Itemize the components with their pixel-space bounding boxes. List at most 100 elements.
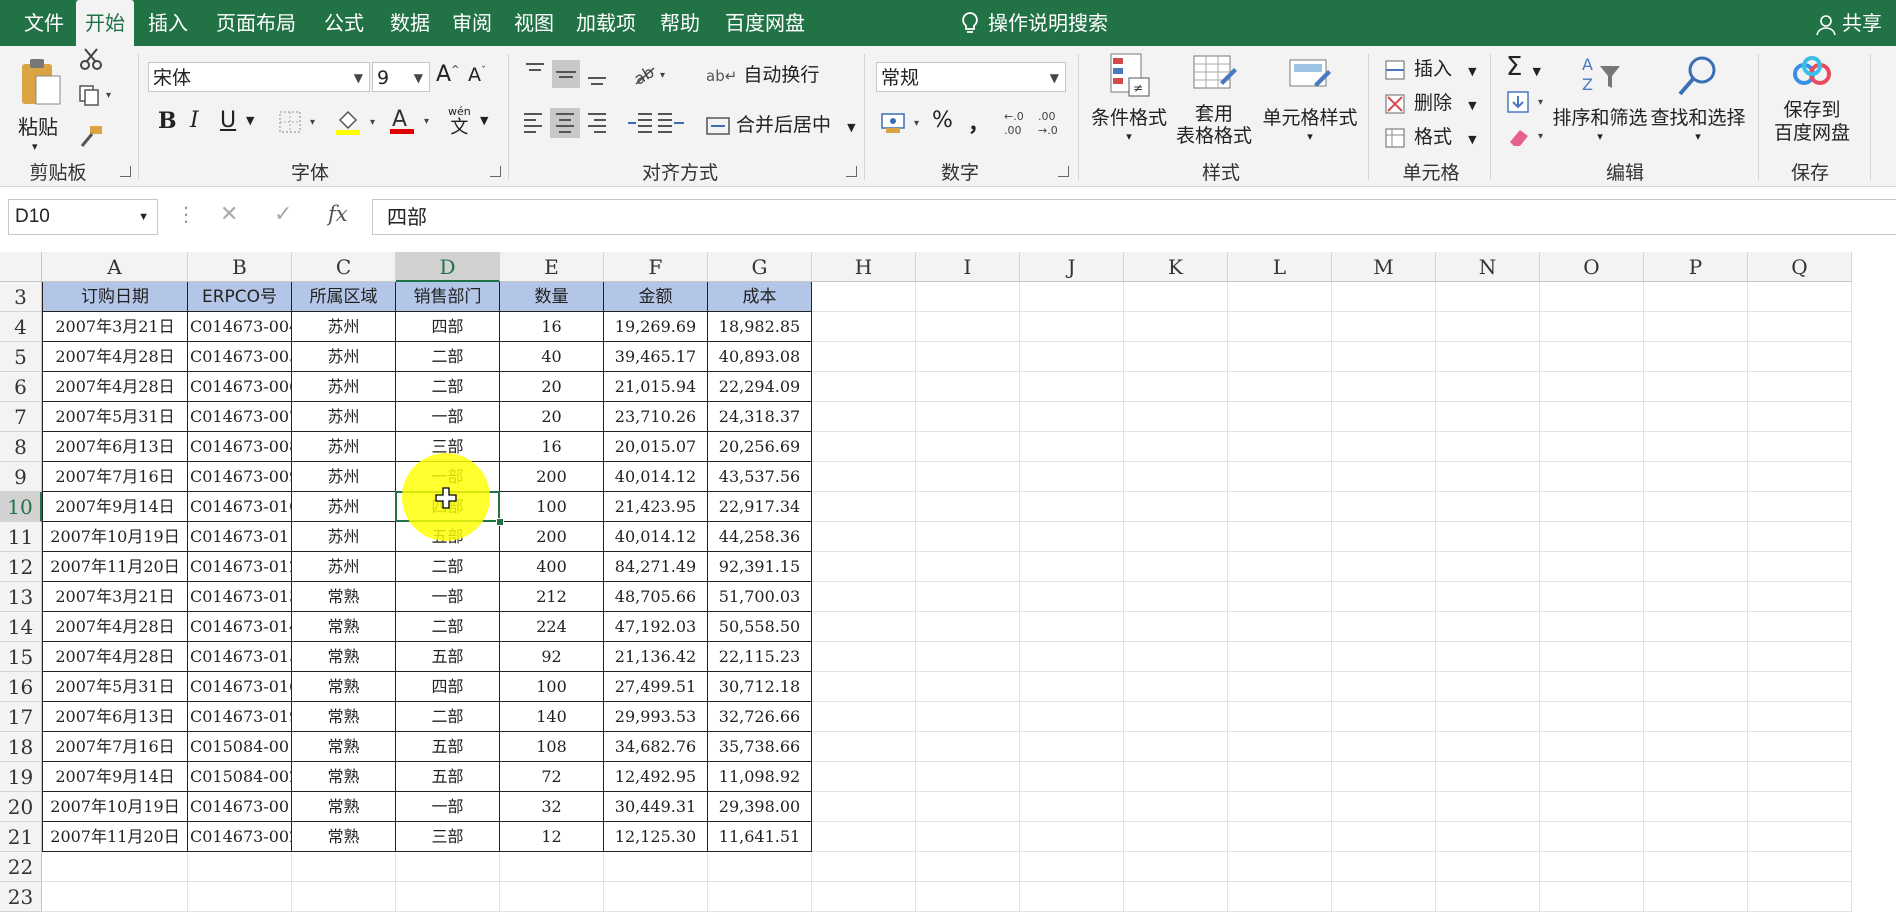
empty-cell[interactable] <box>1332 762 1436 792</box>
table-cell[interactable]: 常熟 <box>292 792 396 822</box>
empty-cell[interactable] <box>1228 672 1332 702</box>
empty-cell[interactable] <box>1332 582 1436 612</box>
empty-cell[interactable] <box>1332 372 1436 402</box>
tab-page-layout[interactable]: 页面布局 <box>204 0 308 46</box>
indent-icon[interactable] <box>626 110 686 141</box>
font-launcher-icon[interactable] <box>490 166 501 177</box>
table-cell[interactable]: 一部 <box>396 582 500 612</box>
empty-cell[interactable] <box>1436 402 1540 432</box>
row-header[interactable]: 3 <box>0 282 42 312</box>
empty-cell[interactable] <box>1748 672 1852 702</box>
table-cell[interactable]: 20,256.69 <box>708 432 812 462</box>
table-cell[interactable]: 47,192.03 <box>604 612 708 642</box>
formula-input[interactable]: 四部 <box>372 199 1896 235</box>
empty-cell[interactable] <box>1332 702 1436 732</box>
table-cell[interactable]: 51,700.03 <box>708 582 812 612</box>
table-cell[interactable]: 2007年5月31日 <box>42 672 188 702</box>
empty-cell[interactable] <box>396 882 500 912</box>
cell-styles-button[interactable]: 单元格样式 ▾ <box>1260 52 1360 143</box>
empty-cell[interactable] <box>916 702 1020 732</box>
empty-cell[interactable] <box>1228 822 1332 852</box>
font-size-select[interactable]: 9 ▼ <box>372 62 430 92</box>
empty-cell[interactable] <box>812 462 916 492</box>
empty-cell[interactable] <box>1436 582 1540 612</box>
empty-cell[interactable] <box>1748 882 1852 912</box>
empty-cell[interactable] <box>1020 522 1124 552</box>
empty-cell[interactable] <box>812 882 916 912</box>
table-cell[interactable]: 2007年4月28日 <box>42 612 188 642</box>
empty-cell[interactable] <box>1436 522 1540 552</box>
empty-cell[interactable] <box>1228 372 1332 402</box>
empty-cell[interactable] <box>812 852 916 882</box>
table-cell[interactable]: 2007年4月28日 <box>42 372 188 402</box>
table-cell[interactable]: 常熟 <box>292 702 396 732</box>
row-header[interactable]: 14 <box>0 612 42 642</box>
empty-cell[interactable] <box>1644 642 1748 672</box>
table-cell[interactable]: 20 <box>500 402 604 432</box>
empty-cell[interactable] <box>1124 762 1228 792</box>
italic-button[interactable]: I <box>190 108 199 133</box>
empty-cell[interactable] <box>1228 852 1332 882</box>
table-cell[interactable]: 二部 <box>396 702 500 732</box>
empty-cell[interactable] <box>812 552 916 582</box>
table-cell[interactable]: C014673-008 <box>188 432 292 462</box>
empty-cell[interactable] <box>916 822 1020 852</box>
empty-cell[interactable] <box>1020 312 1124 342</box>
empty-cell[interactable] <box>1436 642 1540 672</box>
empty-cell[interactable] <box>916 552 1020 582</box>
column-header-b[interactable]: B <box>188 252 292 282</box>
empty-cell[interactable] <box>1540 612 1644 642</box>
empty-cell[interactable] <box>1228 522 1332 552</box>
empty-cell[interactable] <box>1644 612 1748 642</box>
empty-cell[interactable] <box>1124 342 1228 372</box>
row-header[interactable]: 16 <box>0 672 42 702</box>
empty-cell[interactable] <box>1748 822 1852 852</box>
table-cell[interactable]: 二部 <box>396 552 500 582</box>
empty-cell[interactable] <box>1228 792 1332 822</box>
table-cell[interactable]: 2007年10月19日 <box>42 792 188 822</box>
empty-cell[interactable] <box>1644 462 1748 492</box>
table-cell[interactable]: 19,269.69 <box>604 312 708 342</box>
border-icon[interactable]: ▾ <box>278 110 322 139</box>
row-header[interactable]: 19 <box>0 762 42 792</box>
empty-cell[interactable] <box>1124 612 1228 642</box>
empty-cell[interactable] <box>1020 342 1124 372</box>
table-cell[interactable]: 2007年6月13日 <box>42 702 188 732</box>
empty-cell[interactable] <box>916 402 1020 432</box>
column-header-a[interactable]: A <box>42 252 188 282</box>
table-header-cell[interactable]: 销售部门 <box>396 282 500 312</box>
empty-cell[interactable] <box>1124 462 1228 492</box>
table-cell[interactable]: 2007年6月13日 <box>42 432 188 462</box>
table-cell[interactable]: C014673-015 <box>188 642 292 672</box>
empty-cell[interactable] <box>1124 882 1228 912</box>
empty-cell[interactable] <box>1228 762 1332 792</box>
empty-cell[interactable] <box>1332 522 1436 552</box>
table-cell[interactable]: 2007年3月21日 <box>42 312 188 342</box>
table-cell[interactable]: 30,449.31 <box>604 792 708 822</box>
tab-review[interactable]: 审阅 <box>444 0 500 46</box>
font-name-select[interactable]: 宋体 ▼ <box>148 62 370 92</box>
empty-cell[interactable] <box>1020 762 1124 792</box>
empty-cell[interactable] <box>1748 402 1852 432</box>
table-header-cell[interactable]: 金额 <box>604 282 708 312</box>
empty-cell[interactable] <box>1540 762 1644 792</box>
table-cell[interactable]: 二部 <box>396 342 500 372</box>
empty-cell[interactable] <box>500 852 604 882</box>
bold-button[interactable]: B <box>158 108 177 134</box>
table-cell[interactable]: 12,125.30 <box>604 822 708 852</box>
tab-data[interactable]: 数据 <box>382 0 438 46</box>
empty-cell[interactable] <box>916 792 1020 822</box>
empty-cell[interactable] <box>1332 492 1436 522</box>
table-cell[interactable]: 84,271.49 <box>604 552 708 582</box>
empty-cell[interactable] <box>1124 852 1228 882</box>
fill-handle[interactable] <box>496 518 504 526</box>
row-header[interactable]: 18 <box>0 732 42 762</box>
empty-cell[interactable] <box>1228 702 1332 732</box>
empty-cell[interactable] <box>1644 702 1748 732</box>
empty-cell[interactable] <box>1436 672 1540 702</box>
empty-cell[interactable] <box>1540 402 1644 432</box>
empty-cell[interactable] <box>1748 732 1852 762</box>
empty-cell[interactable] <box>1228 462 1332 492</box>
empty-cell[interactable] <box>1332 792 1436 822</box>
empty-cell[interactable] <box>1644 402 1748 432</box>
